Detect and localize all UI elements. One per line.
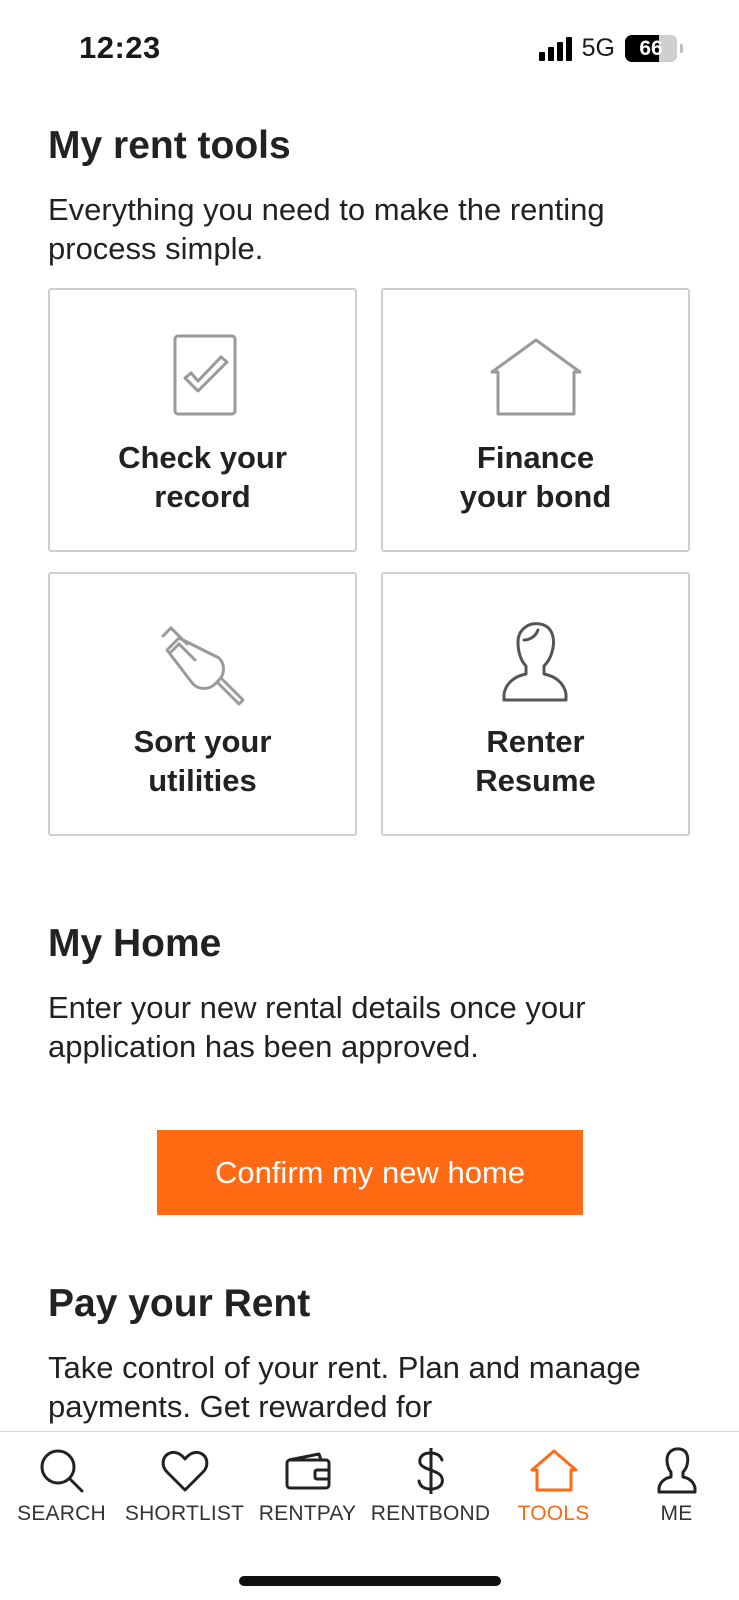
tab-rentbond[interactable]: RENTBOND [369, 1446, 492, 1546]
status-bar: 12:23 5G 66 [0, 0, 739, 100]
plug-icon [161, 625, 244, 706]
check-record-card[interactable]: Check your record [48, 288, 357, 552]
status-icons: 5G 66 [538, 34, 683, 63]
home-indicator [239, 1576, 501, 1586]
checklist-icon [173, 334, 236, 416]
heart-icon [161, 1450, 208, 1492]
confirm-home-button[interactable]: Confirm my new home [157, 1130, 583, 1215]
tab-tools[interactable]: TOOLS [492, 1446, 615, 1546]
renter-resume-card[interactable]: Renter Resume [381, 572, 690, 836]
my-home-description: Enter your new rental details once your … [48, 990, 586, 1064]
my-home-title: My Home [48, 922, 222, 965]
tab-me[interactable]: ME [615, 1446, 738, 1546]
status-time: 12:23 [79, 30, 161, 65]
tab-tools-label: TOOLS [517, 1502, 590, 1525]
finance-bond-card[interactable]: Finance your bond [381, 288, 690, 552]
tab-search[interactable]: SEARCH [0, 1446, 123, 1546]
battery-level: 66 [639, 36, 663, 60]
sort-utilities-card[interactable]: Sort your utilities [48, 572, 357, 836]
house-icon [490, 338, 581, 416]
sort-utilities-label: Sort your utilities [133, 724, 272, 798]
finance-bond-label: Finance your bond [459, 440, 612, 514]
rent-tools-description: Everything you need to make the renting … [48, 192, 605, 266]
tab-bar: SEARCH SHORTLIST RENTPAY RENTBOND TOOLS … [0, 1431, 739, 1600]
tab-rentpay[interactable]: RENTPAY [246, 1446, 369, 1546]
network-type: 5G [581, 34, 615, 62]
house-icon [530, 1449, 577, 1492]
person-icon [502, 622, 567, 702]
tab-shortlist-label: SHORTLIST [124, 1502, 245, 1525]
tab-rentpay-label: RENTPAY [258, 1502, 357, 1525]
person-icon [657, 1447, 696, 1494]
wallet-icon [285, 1452, 330, 1490]
dollar-icon [417, 1448, 444, 1494]
tab-me-label: ME [660, 1502, 693, 1525]
search-icon [40, 1449, 83, 1493]
pay-rent-description: Take control of your rent. Plan and mana… [48, 1350, 641, 1424]
tab-search-label: SEARCH [17, 1502, 106, 1525]
tab-shortlist[interactable]: SHORTLIST [123, 1446, 246, 1546]
renter-resume-label: Renter Resume [475, 724, 596, 798]
signal-icon [538, 36, 572, 61]
pay-rent-title: Pay your Rent [48, 1282, 311, 1325]
rent-tools-title: My rent tools [48, 124, 291, 167]
tab-rentbond-label: RENTBOND [370, 1502, 491, 1525]
battery-icon: 66 [625, 35, 683, 62]
check-record-label: Check your record [118, 440, 287, 514]
